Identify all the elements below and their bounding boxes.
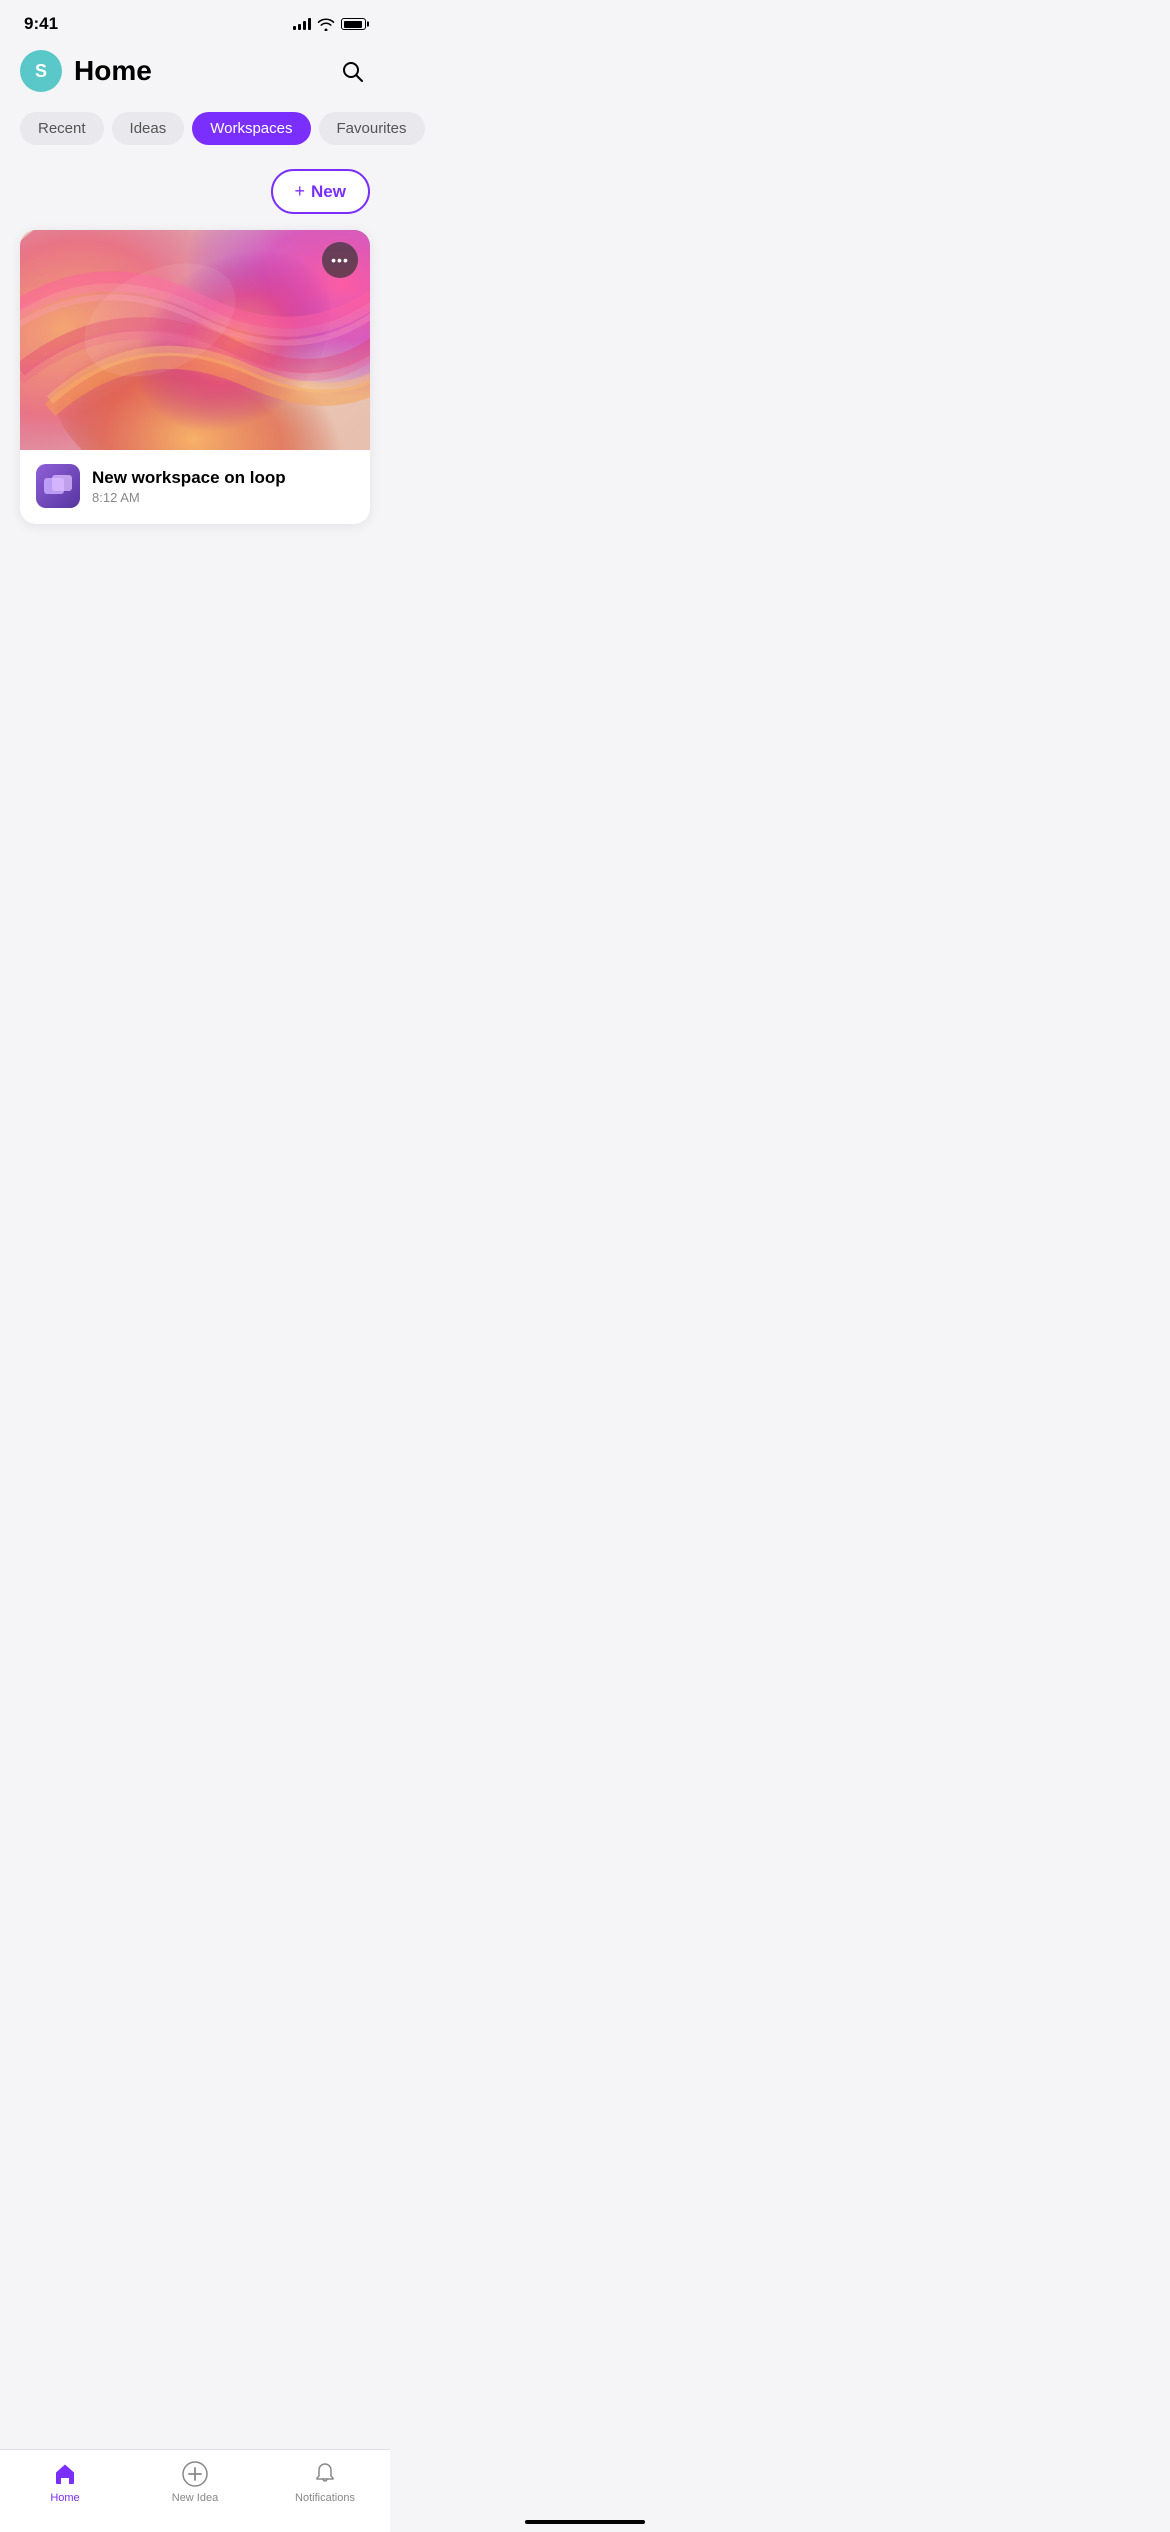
- more-options-button[interactable]: •••: [322, 242, 358, 278]
- workspace-icon-svg: [36, 464, 80, 508]
- status-time: 9:41: [24, 14, 58, 34]
- new-button-label: New: [311, 182, 346, 202]
- more-dots-icon: •••: [331, 253, 349, 267]
- card-text: New workspace on loop 8:12 AM: [92, 468, 354, 505]
- bottom-nav: Home New Idea Notifications: [0, 2449, 390, 2532]
- new-idea-nav-label: New Idea: [172, 2492, 218, 2504]
- tab-workspaces[interactable]: Workspaces: [192, 112, 310, 145]
- swirl-artwork: [20, 230, 370, 450]
- signal-icon: [293, 18, 311, 30]
- card-image: •••: [20, 230, 370, 450]
- tabs-container: Recent Ideas Workspaces Favourites: [0, 104, 390, 161]
- search-icon: [340, 59, 364, 83]
- plus-icon: +: [295, 181, 306, 202]
- tab-recent[interactable]: Recent: [20, 112, 104, 145]
- swirl-svg: [20, 230, 370, 450]
- tabs: Recent Ideas Workspaces Favourites: [20, 112, 370, 145]
- card-time: 8:12 AM: [92, 490, 354, 505]
- home-indicator: [525, 2520, 645, 2524]
- tab-ideas[interactable]: Ideas: [112, 112, 185, 145]
- header-left: S Home: [20, 50, 152, 92]
- home-nav-label: Home: [50, 2492, 79, 2504]
- workspace-card[interactable]: ••• New workspace on loop: [20, 230, 370, 524]
- notifications-nav-label: Notifications: [295, 2492, 355, 2504]
- tab-favourites[interactable]: Favourites: [319, 112, 425, 145]
- avatar[interactable]: S: [20, 50, 62, 92]
- new-workspace-button[interactable]: + New: [271, 169, 370, 214]
- nav-new-idea-button[interactable]: New Idea: [155, 2460, 235, 2504]
- workspace-icon: [36, 464, 80, 508]
- new-button-row: + New: [20, 169, 370, 214]
- card-info: New workspace on loop 8:12 AM: [20, 450, 370, 524]
- content-area: + New: [0, 161, 390, 532]
- wifi-icon: [317, 17, 335, 31]
- status-icons: [293, 17, 366, 31]
- search-button[interactable]: [334, 53, 370, 89]
- header: S Home: [0, 42, 390, 104]
- status-bar: 9:41: [0, 0, 390, 42]
- nav-home-button[interactable]: Home: [25, 2460, 105, 2504]
- battery-icon: [341, 18, 366, 30]
- notifications-icon: [311, 2460, 339, 2488]
- new-idea-icon: [181, 2460, 209, 2488]
- home-icon: [51, 2460, 79, 2488]
- card-title: New workspace on loop: [92, 468, 354, 488]
- nav-notifications-button[interactable]: Notifications: [285, 2460, 365, 2504]
- page-title: Home: [74, 55, 152, 87]
